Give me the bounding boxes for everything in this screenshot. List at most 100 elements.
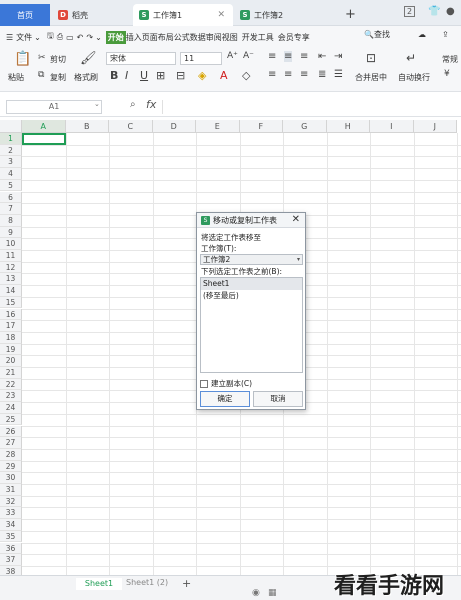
paste-icon[interactable]: 📋: [14, 51, 31, 67]
row-header[interactable]: 8: [0, 214, 22, 227]
column-header[interactable]: D: [152, 120, 196, 133]
font-size-select[interactable]: 11: [180, 52, 222, 65]
menu-items[interactable]: 插入页面布局公式数据审阅视图: [126, 32, 238, 43]
row-header[interactable]: 33: [0, 507, 22, 520]
cut-button[interactable]: 剪切: [50, 54, 66, 65]
indent-right-icon[interactable]: ⇥: [334, 51, 342, 62]
font-shrink-icon[interactable]: A⁻: [243, 51, 254, 61]
undo-icon[interactable]: ↶: [77, 33, 84, 42]
column-header[interactable]: E: [196, 120, 240, 133]
scissors-icon[interactable]: ✂: [38, 53, 46, 63]
row-header[interactable]: 18: [0, 331, 22, 344]
close-icon[interactable]: ✕: [217, 10, 225, 20]
row-header[interactable]: 1: [0, 133, 22, 145]
column-header[interactable]: J: [413, 120, 457, 133]
menu-file[interactable]: 文件: [16, 32, 32, 43]
border-icon[interactable]: ⊞: [156, 69, 165, 82]
align-top-icon[interactable]: ≡: [268, 51, 276, 62]
font-color-icon[interactable]: A: [220, 69, 228, 82]
menu-start[interactable]: 开始: [105, 30, 126, 44]
row-header[interactable]: 6: [0, 191, 22, 204]
row-header[interactable]: 28: [0, 448, 22, 461]
row-header[interactable]: 15: [0, 296, 22, 309]
window-count-badge[interactable]: 2: [404, 6, 416, 17]
fx-button[interactable]: fx: [146, 98, 156, 111]
row-header[interactable]: 5: [0, 179, 22, 192]
wrap-text-icon[interactable]: ↵: [406, 51, 416, 65]
row-header[interactable]: 14: [0, 285, 22, 297]
row-header[interactable]: 7: [0, 203, 22, 215]
skin-icon[interactable]: 👕: [428, 6, 440, 17]
row-header[interactable]: 26: [0, 425, 22, 438]
tab-workbook2[interactable]: S 工作簿2: [234, 4, 334, 26]
list-item[interactable]: Sheet1: [201, 278, 302, 290]
tab-workbook1[interactable]: S 工作簿1 ✕: [133, 4, 233, 26]
merge-center-icon[interactable]: ⊡: [366, 51, 376, 65]
row-header[interactable]: 12: [0, 261, 22, 274]
row-header[interactable]: 17: [0, 320, 22, 332]
column-header[interactable]: H: [326, 120, 370, 133]
share-icon[interactable]: ⇪: [442, 30, 449, 39]
select-all-corner[interactable]: [0, 120, 22, 133]
row-header[interactable]: 2: [0, 144, 22, 157]
currency-icon[interactable]: ¥: [444, 69, 450, 79]
merge-cells-icon[interactable]: ⊟: [176, 69, 185, 82]
grid-view-icon[interactable]: ▦: [268, 588, 277, 598]
list-item[interactable]: (移至最后): [201, 290, 302, 302]
view-icon[interactable]: ◉: [252, 588, 260, 598]
save-icon[interactable]: 🖫: [47, 30, 54, 44]
create-copy-checkbox[interactable]: 建立副本(C): [200, 378, 252, 389]
row-header[interactable]: 3: [0, 156, 22, 169]
distribute-icon[interactable]: ☰: [334, 69, 343, 80]
italic-button[interactable]: I: [125, 69, 128, 82]
search-button[interactable]: 🔍查找: [364, 29, 390, 40]
cancel-button[interactable]: 取消: [253, 391, 303, 407]
ok-button[interactable]: 确定: [200, 391, 250, 407]
row-header[interactable]: 10: [0, 238, 22, 250]
row-header[interactable]: 34: [0, 519, 22, 531]
column-header[interactable]: B: [65, 120, 109, 133]
number-format-select[interactable]: 常规: [442, 54, 458, 65]
name-box[interactable]: A1: [6, 100, 102, 114]
row-header[interactable]: 13: [0, 273, 22, 286]
tab-docer[interactable]: D 稻壳: [52, 4, 130, 26]
bold-button[interactable]: B: [110, 69, 118, 82]
copy-icon[interactable]: ⧉: [38, 70, 44, 80]
row-header[interactable]: 38: [0, 565, 22, 575]
row-header[interactable]: 20: [0, 355, 22, 367]
format-painter-icon[interactable]: 🖌: [80, 51, 97, 66]
column-header[interactable]: G: [283, 120, 327, 133]
add-sheet-button[interactable]: +: [182, 577, 191, 590]
sheet-tab-sheet1-copy[interactable]: Sheet1 (2): [126, 578, 168, 587]
sheet-list[interactable]: Sheet1 (移至最后): [200, 277, 303, 373]
row-header[interactable]: 29: [0, 460, 22, 473]
checkbox-box[interactable]: [200, 379, 208, 388]
align-left-icon[interactable]: ≡: [268, 69, 276, 80]
row-header[interactable]: 22: [0, 378, 22, 391]
new-tab-button[interactable]: +: [345, 7, 356, 22]
row-header[interactable]: 30: [0, 472, 22, 484]
preview-icon[interactable]: ▭: [66, 33, 74, 42]
row-header[interactable]: 24: [0, 402, 22, 414]
row-header[interactable]: 9: [0, 226, 22, 239]
tab-home[interactable]: 首页: [0, 4, 50, 26]
merge-center-button[interactable]: 合并居中: [355, 72, 387, 83]
row-header[interactable]: 27: [0, 437, 22, 449]
row-header[interactable]: 36: [0, 542, 22, 555]
wrap-text-button[interactable]: 自动换行: [398, 72, 430, 83]
row-header[interactable]: 35: [0, 530, 22, 543]
cloud-icon[interactable]: ☁: [418, 30, 426, 39]
close-icon[interactable]: ✕: [292, 214, 300, 225]
chevron-down-icon[interactable]: ⌄: [94, 100, 100, 108]
clear-format-icon[interactable]: ◇: [242, 69, 250, 82]
row-header[interactable]: 32: [0, 495, 22, 508]
indent-left-icon[interactable]: ⇤: [318, 51, 326, 62]
justify-icon[interactable]: ≣: [318, 69, 326, 80]
print-icon[interactable]: ⎙: [57, 32, 63, 42]
row-header[interactable]: 21: [0, 367, 22, 379]
redo-icon[interactable]: ↷: [86, 33, 93, 42]
column-header[interactable]: I: [370, 120, 414, 133]
paste-button[interactable]: 粘贴: [8, 72, 24, 83]
row-header[interactable]: 31: [0, 484, 22, 496]
row-header[interactable]: 23: [0, 390, 22, 403]
